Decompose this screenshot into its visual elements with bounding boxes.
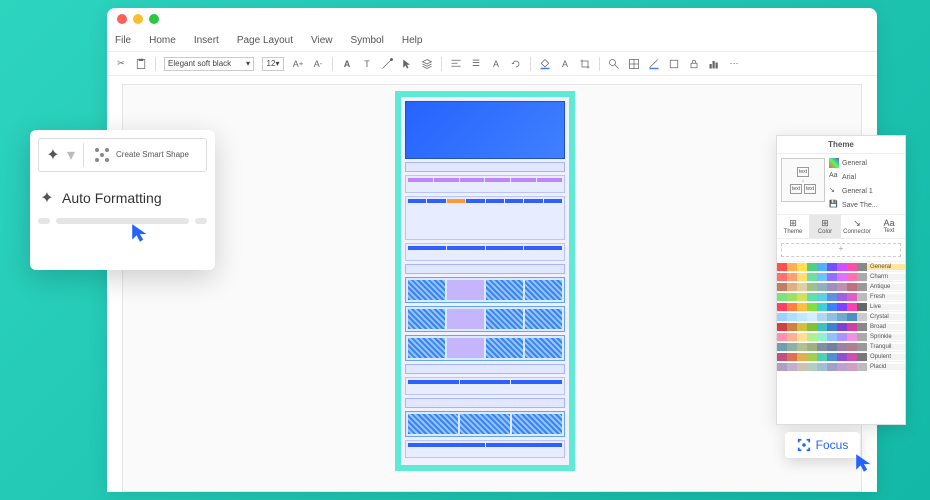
theme-opt-save[interactable]: 💾Save The... [829, 200, 901, 210]
menu-help[interactable]: Help [402, 35, 423, 46]
connector-icon[interactable] [381, 58, 393, 70]
auto-format-popup: ✦ ▾ Create Smart Shape ✦ Auto Formatting [30, 130, 215, 270]
layers-icon[interactable] [421, 58, 433, 70]
menu-insert[interactable]: Insert [194, 35, 219, 46]
theme-opt-font[interactable]: AaArial [829, 172, 901, 182]
menu-page-layout[interactable]: Page Layout [237, 35, 293, 46]
theme-tab-theme[interactable]: ⊞Theme [777, 215, 809, 238]
create-smart-shape-button[interactable]: ✦ ▾ Create Smart Shape [38, 138, 207, 172]
theme-preview[interactable]: text ↓ texttext [781, 158, 825, 202]
slider[interactable] [38, 218, 207, 224]
menu-view[interactable]: View [311, 35, 333, 46]
font-size-selector[interactable]: 12 ▾ [262, 57, 284, 71]
swatch-row-general[interactable]: General [777, 261, 905, 271]
paste-icon[interactable] [135, 58, 147, 70]
font-selector[interactable]: Elegant soft black▾ [164, 57, 254, 71]
fill-icon[interactable] [539, 58, 551, 70]
auto-formatting-label: Auto Formatting [62, 190, 162, 206]
menu-symbol[interactable]: Symbol [351, 35, 384, 46]
focus-button[interactable]: Focus [785, 432, 860, 458]
canvas[interactable] [122, 84, 862, 492]
chart-icon[interactable] [708, 58, 720, 70]
cursor-icon [854, 452, 876, 474]
theme-panel: Theme text ↓ texttext General AaArial ↘G… [776, 135, 906, 425]
sparkle-icon: ✦ [38, 188, 56, 208]
swatch-row-live[interactable]: Live [777, 301, 905, 311]
window-titlebar [107, 8, 877, 30]
lock-icon[interactable] [688, 58, 700, 70]
pointer-icon[interactable] [401, 58, 413, 70]
theme-opt-general[interactable]: General [829, 158, 901, 168]
sparkle-icon: ✦ [43, 145, 63, 165]
swatch-row-sprinkle[interactable]: Sprinkle [777, 331, 905, 341]
theme-tab-connector[interactable]: ↘Connector [841, 215, 873, 238]
search-icon[interactable] [608, 58, 620, 70]
swatch-row-broad[interactable]: Broad [777, 321, 905, 331]
rotate-icon[interactable] [510, 58, 522, 70]
align-icon[interactable] [450, 58, 462, 70]
cut-icon[interactable]: ✂ [115, 58, 127, 70]
text-style-icon[interactable]: A [490, 58, 502, 70]
text-icon[interactable]: T [361, 58, 373, 70]
server-rack-diagram[interactable] [395, 91, 575, 471]
swatch-row-tranquil[interactable]: Tranquil [777, 341, 905, 351]
theme-tab-text[interactable]: AaText [873, 215, 905, 238]
line-style-icon[interactable] [648, 58, 660, 70]
menubar: File Home Insert Page Layout View Symbol… [107, 30, 877, 52]
increase-font-icon[interactable]: A+ [292, 58, 304, 70]
swatch-row-antique[interactable]: Antique [777, 281, 905, 291]
focus-icon [797, 438, 811, 452]
focus-label: Focus [816, 438, 849, 452]
bold-icon[interactable]: A [341, 58, 353, 70]
maximize-icon[interactable] [149, 14, 159, 24]
close-icon[interactable] [117, 14, 127, 24]
theme-tab-color[interactable]: ⊞Color [809, 215, 841, 238]
app-window: File Home Insert Page Layout View Symbol… [107, 8, 877, 492]
shape-icon[interactable] [668, 58, 680, 70]
font-color-icon[interactable]: A [559, 58, 571, 70]
swatch-row-placid[interactable]: Placid [777, 361, 905, 371]
smart-shape-icon [92, 145, 112, 165]
toolbar: ✂ Elegant soft black▾ 12 ▾ A+ A- A T ☰ A… [107, 52, 877, 76]
theme-panel-title: Theme [777, 136, 905, 154]
swatch-row-fresh[interactable]: Fresh [777, 291, 905, 301]
minimize-icon[interactable] [133, 14, 143, 24]
swatch-row-crystal[interactable]: Crystal [777, 311, 905, 321]
menu-file[interactable]: File [115, 35, 131, 46]
cursor-icon [130, 222, 152, 244]
distribute-icon[interactable]: ☰ [470, 58, 482, 70]
swatch-row-charm[interactable]: Charm [777, 271, 905, 281]
swatch-row-opulent[interactable]: Opulent [777, 351, 905, 361]
auto-formatting-button[interactable]: ✦ Auto Formatting [38, 188, 207, 208]
more-icon[interactable]: ⋯ [728, 58, 740, 70]
create-smart-shape-label: Create Smart Shape [116, 150, 189, 160]
menu-home[interactable]: Home [149, 35, 176, 46]
add-theme-button[interactable]: + [781, 243, 901, 257]
decrease-font-icon[interactable]: A- [312, 58, 324, 70]
theme-opt-connector[interactable]: ↘General 1 [829, 186, 901, 196]
crop-icon[interactable] [579, 58, 591, 70]
grid-icon[interactable] [628, 58, 640, 70]
